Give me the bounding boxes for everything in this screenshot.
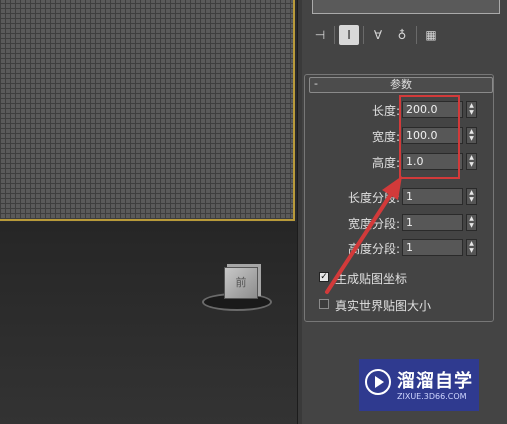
- remove-modifier-icon[interactable]: ♁: [392, 25, 412, 45]
- length-label: 长度:: [371, 104, 400, 118]
- width-segments-label: 宽度分段:: [347, 217, 400, 231]
- real-world-map-size-checkbox[interactable]: 真实世界贴图大小: [319, 297, 507, 313]
- checkbox-unchecked-icon[interactable]: [319, 299, 329, 309]
- modifier-stack-toolbar: ⊣ Ⅰ ∀ ♁ ▦: [310, 24, 441, 46]
- real-world-map-size-label: 真实世界贴图大小: [335, 299, 432, 313]
- pin-stack-icon[interactable]: ⊣: [310, 25, 330, 45]
- width-spinner-icon[interactable]: ▲ ▼: [466, 127, 477, 144]
- configure-modifier-sets-icon[interactable]: ▦: [421, 25, 441, 45]
- play-logo-icon: [365, 369, 391, 395]
- watermark-url: ZIXUE.3D66.COM: [397, 392, 467, 401]
- length-spinner-icon[interactable]: ▲ ▼: [466, 101, 477, 118]
- generate-mapping-coords-checkbox[interactable]: ✓ 生成贴图坐标: [319, 270, 507, 286]
- toolbar-separator: [416, 26, 417, 44]
- height-segments-row: 高度分段: 1 ▲ ▼: [305, 239, 495, 257]
- width-segments-row: 宽度分段: 1 ▲ ▼: [305, 214, 495, 232]
- toolbar-separator: [334, 26, 335, 44]
- viewport-background: [0, 222, 297, 424]
- length-segments-row: 长度分段: 1 ▲ ▼: [305, 188, 495, 206]
- grid-plane-object[interactable]: [0, 0, 295, 221]
- width-segments-input[interactable]: 1: [402, 214, 463, 231]
- watermark-name: 溜溜自学: [397, 371, 473, 392]
- rollout-header[interactable]: - 参数: [309, 77, 493, 93]
- make-unique-icon[interactable]: ∀: [368, 25, 388, 45]
- height-segments-spinner-icon[interactable]: ▲ ▼: [466, 239, 477, 256]
- generate-mapping-coords-label: 生成贴图坐标: [335, 272, 408, 286]
- length-segments-label: 长度分段:: [347, 191, 400, 205]
- modifier-list-field[interactable]: [312, 0, 500, 14]
- checkbox-checked-icon[interactable]: ✓: [319, 272, 329, 282]
- viewcube-front-face[interactable]: 前: [224, 267, 258, 299]
- modifier-stack-toggle-icon[interactable]: Ⅰ: [339, 25, 359, 45]
- length-segments-spinner-icon[interactable]: ▲ ▼: [466, 188, 477, 205]
- rollout-title: 参数: [390, 78, 412, 91]
- watermark-logo: 溜溜自学 ZIXUE.3D66.COM: [359, 359, 479, 411]
- viewcube[interactable]: 前: [200, 262, 280, 312]
- perspective-viewport[interactable]: 前: [0, 0, 297, 424]
- highlight-rectangle: [399, 95, 460, 179]
- length-segments-input[interactable]: 1: [402, 188, 463, 205]
- height-label: 高度:: [371, 156, 400, 170]
- height-segments-label: 高度分段:: [347, 242, 400, 256]
- height-spinner-icon[interactable]: ▲ ▼: [466, 153, 477, 170]
- width-segments-spinner-icon[interactable]: ▲ ▼: [466, 214, 477, 231]
- toolbar-separator: [363, 26, 364, 44]
- width-label: 宽度:: [371, 130, 400, 144]
- height-segments-input[interactable]: 1: [402, 239, 463, 256]
